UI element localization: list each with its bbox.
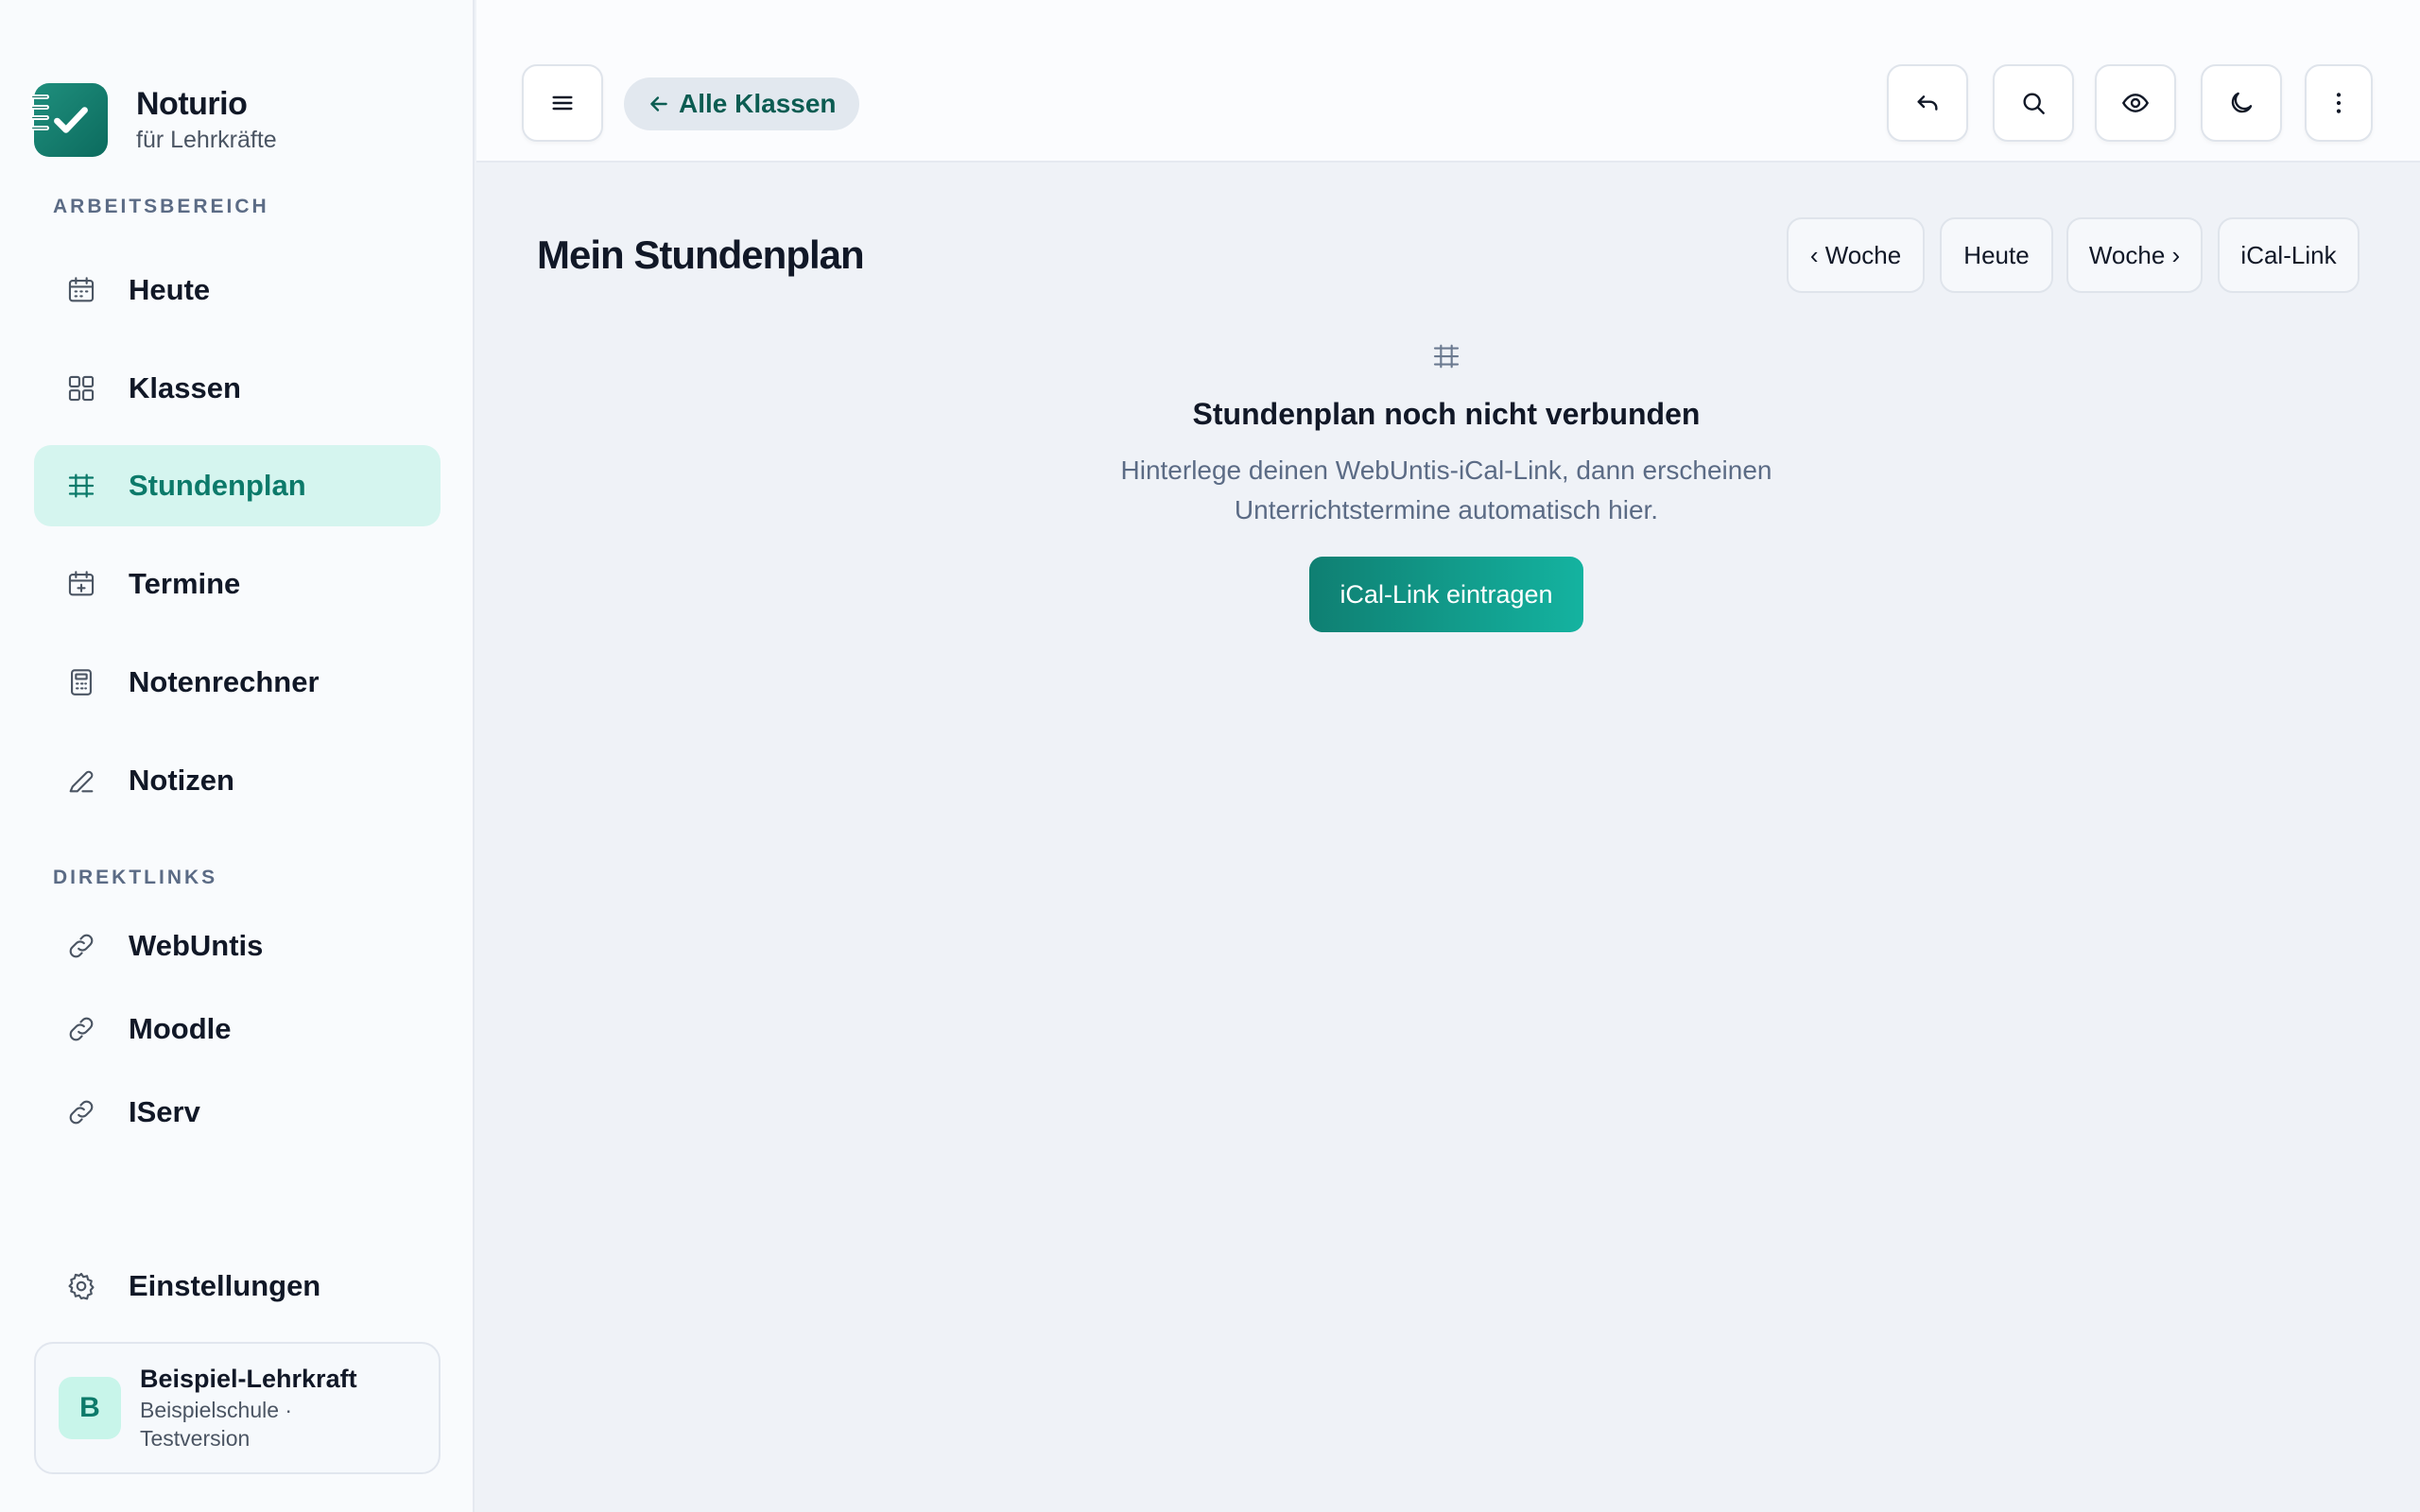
calculator-icon [64,665,98,699]
sidebar-item-label: Einstellungen [129,1269,321,1302]
calendar-plus-icon [64,567,98,601]
link-icon [64,1095,98,1129]
empty-state: Stundenplan noch nicht verbunden Hinterl… [974,340,1919,632]
back-label: Alle Klassen [679,89,837,118]
sidebar-link-webuntis[interactable]: WebUntis [34,905,441,987]
avatar: B [59,1377,121,1439]
user-card[interactable]: B Beispiel-Lehrkraft Beispielschule · Te… [34,1342,441,1474]
sidebar-link-iserv[interactable]: IServ [34,1072,441,1153]
timetable-icon [64,469,98,503]
brand-logo-icon [30,83,108,157]
grid-icon [64,371,98,405]
back-to-classes-button[interactable]: Alle Klassen [624,77,859,130]
pencil-icon [64,764,98,798]
sidebar-item-einstellungen[interactable]: Einstellungen [34,1246,441,1327]
sidebar-item-heute[interactable]: Heute [34,249,441,331]
empty-state-title: Stundenplan noch nicht verbunden [1192,397,1701,431]
today-button[interactable]: Heute [1940,217,2053,293]
sidebar-item-label: Termine [129,567,241,600]
menu-button[interactable] [522,64,603,142]
sidebar-item-label: Stundenplan [129,469,306,502]
sidebar-item-label: Heute [129,273,211,306]
empty-state-description: Hinterlege deinen WebUntis-iCal-Link, da… [1120,455,1772,524]
sidebar-link-moodle[interactable]: Moodle [34,988,441,1070]
more-vertical-icon [2336,93,2342,113]
sidebar-link-label: IServ [129,1095,200,1128]
section-label-links: DIREKTLINKS [53,867,218,888]
sidebar: Noturio für Lehrkräfte ARBEITSBEREICH He… [0,0,475,1512]
menu-icon [552,95,573,111]
arrow-left-icon [650,96,667,112]
dark-mode-toggle[interactable] [2201,64,2282,142]
undo-button[interactable] [1887,64,1968,142]
more-options-button[interactable] [2305,64,2373,142]
next-week-button[interactable]: Woche › [2066,217,2203,293]
section-label-workspace: ARBEITSBEREICH [53,196,269,217]
user-name: Beispiel-Lehrkraft [140,1364,357,1393]
sidebar-item-label: Klassen [129,371,241,404]
sidebar-item-notenrechner[interactable]: Notenrechner [34,642,441,723]
search-button[interactable] [1993,64,2074,142]
enter-ical-link-button[interactable]: iCal-Link eintragen [1309,557,1583,632]
sidebar-link-label: WebUntis [129,929,264,962]
ical-link-button[interactable]: iCal-Link [2218,217,2360,293]
undo-icon [1917,95,1938,111]
previous-week-button[interactable]: ‹ Woche [1787,217,1925,293]
sidebar-item-termine[interactable]: Termine [34,543,441,625]
preview-button[interactable] [2095,64,2176,142]
brand-name: Noturio [136,86,248,122]
page-title: Mein Stundenplan [537,232,865,277]
gear-icon [64,1269,98,1303]
timetable-icon [1430,340,1462,372]
calendar-icon [64,273,98,307]
eye-icon [2121,94,2150,112]
link-icon [64,929,98,963]
sidebar-item-klassen[interactable]: Klassen [34,348,441,429]
brand[interactable]: Noturio für Lehrkräfte [30,83,277,157]
search-icon [2023,93,2045,114]
link-icon [64,1012,98,1046]
sidebar-link-label: Moodle [129,1012,232,1045]
sidebar-item-notizen[interactable]: Notizen [34,740,441,821]
user-subtitle: Beispielschule · Testversion [140,1397,293,1451]
sidebar-item-label: Notizen [129,764,234,797]
sidebar-item-label: Notenrechner [129,665,320,698]
sidebar-item-stundenplan[interactable]: Stundenplan [34,445,441,526]
moon-icon [2231,92,2253,113]
topbar: Alle Klassen [476,0,2420,163]
brand-subtitle: für Lehrkräfte [136,127,277,153]
